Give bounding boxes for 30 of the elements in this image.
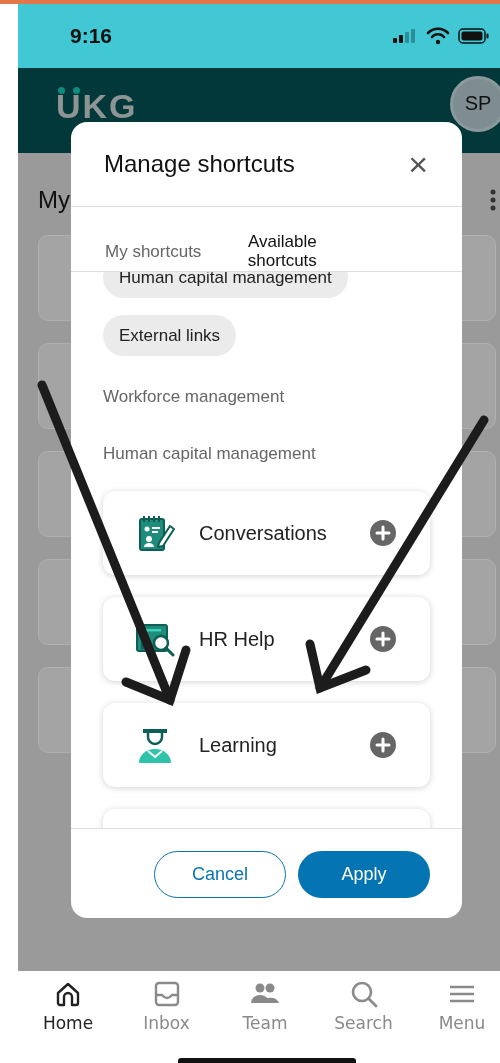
tab[interactable]: Available shortcuts (237, 232, 328, 270)
shortcut-card[interactable]: Learning (103, 703, 430, 787)
chip[interactable]: External links (103, 315, 237, 356)
avatar[interactable]: SP (450, 75, 500, 132)
search-icon (349, 979, 378, 1009)
dialog-title: Manage shortcuts (104, 150, 295, 178)
clock-time: 9:16 (70, 24, 113, 48)
add-icon[interactable] (370, 626, 396, 652)
shortcut-label: HR Help (199, 627, 276, 651)
inbox-icon (153, 979, 180, 1009)
cancel-button[interactable]: Cancel (154, 851, 286, 898)
shortcut-card[interactable]: HR Help (103, 597, 430, 681)
logo: UKG (56, 87, 138, 126)
page-title: My (38, 186, 70, 214)
shortcut-card[interactable]: Conversations (103, 491, 430, 575)
signal-icon (392, 28, 418, 44)
section-heading: Workforce management (103, 387, 286, 407)
tab[interactable]: My shortcuts (105, 243, 202, 260)
section-heading: Human capital management (103, 444, 317, 464)
shortcut-label: Learning (199, 733, 278, 757)
close-button[interactable]: × (408, 147, 428, 181)
tab-bar-item[interactable]: Menu (424, 979, 500, 1033)
battery-icon (458, 28, 490, 44)
add-icon[interactable] (370, 732, 396, 758)
shortcut-label: Conversations (199, 521, 328, 545)
add-icon[interactable] (370, 520, 396, 546)
apply-button[interactable]: Apply (298, 851, 430, 898)
more-icon[interactable] (490, 189, 496, 211)
wifi-icon (426, 27, 450, 45)
tab-bar-item[interactable]: Home (30, 979, 106, 1033)
